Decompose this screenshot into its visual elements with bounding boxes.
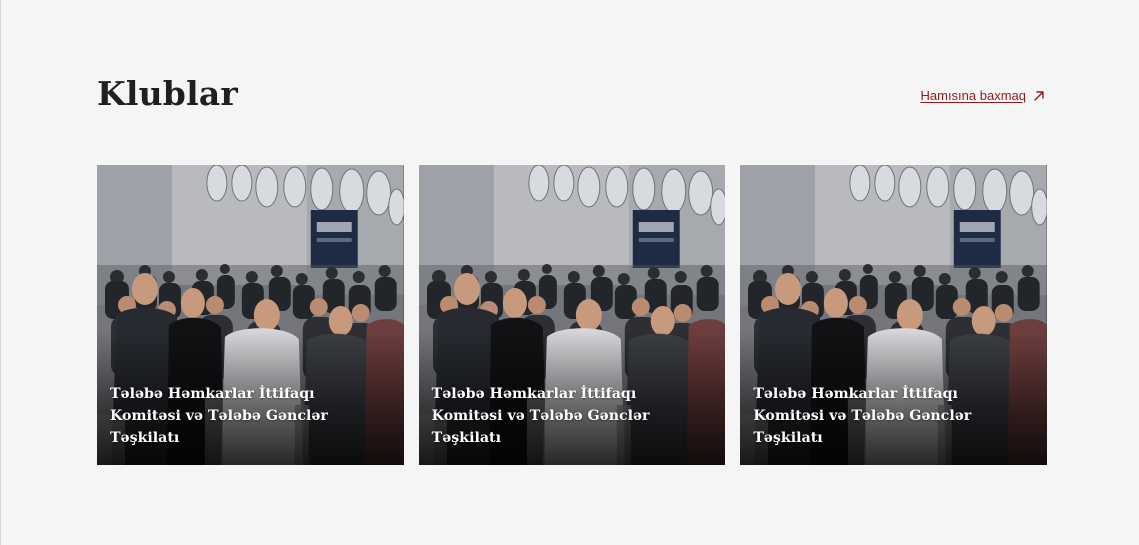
section-title: Klublar [97,74,238,113]
see-all-label: Hamısına baxmaq [920,88,1027,103]
club-cards: Tələbə Həmkarlar İttifaqı Komitəsi və Tə… [97,165,1048,465]
see-all-link[interactable]: Hamısına baxmaq [921,88,1046,104]
arrow-up-right-icon [1034,91,1044,101]
club-card[interactable]: Tələbə Həmkarlar İttifaqı Komitəsi və Tə… [97,165,404,465]
clubs-section: Klublar Hamısına baxmaq Tələbə Həmkarlar… [0,0,1139,545]
club-card-title: Tələbə Həmkarlar İttifaqı Komitəsi və Tə… [110,386,328,446]
club-card-title: Tələbə Həmkarlar İttifaqı Komitəsi və Tə… [753,386,972,446]
club-card[interactable]: Tələbə Həmkarlar İttifaqı Komitəsi və Tə… [740,165,1048,465]
club-card-title: Tələbə Həmkarlar İttifaqı Komitəsi və Tə… [431,386,650,446]
section-header: Klublar Hamısına baxmaq [97,74,1047,118]
club-card[interactable]: Tələbə Həmkarlar İttifaqı Komitəsi və Tə… [418,165,726,465]
